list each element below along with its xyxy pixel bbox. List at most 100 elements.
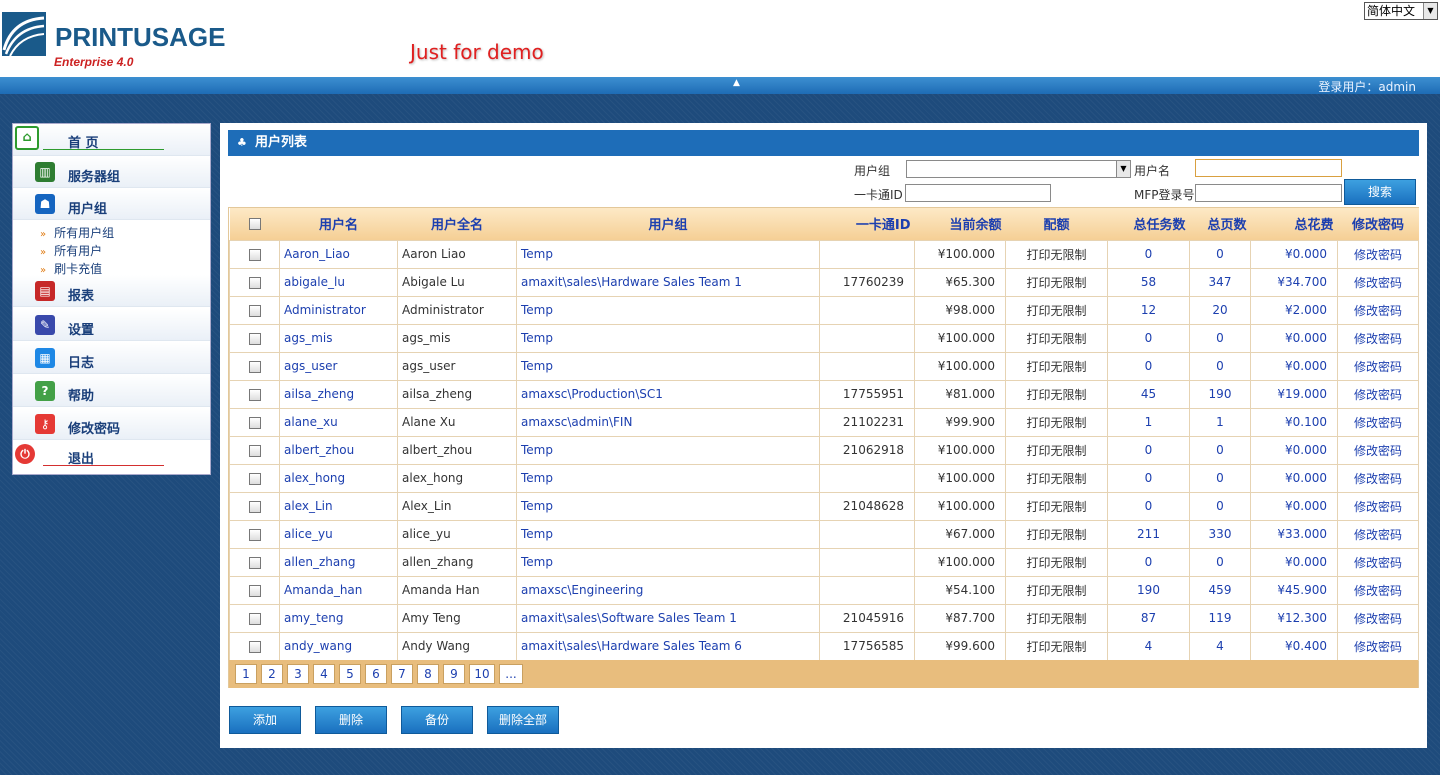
username-cell[interactable]: Administrator <box>279 295 398 325</box>
change-password-link[interactable]: 修改密码 <box>1337 491 1419 521</box>
username-cell[interactable]: ags_user <box>279 351 398 381</box>
username-input[interactable] <box>1195 159 1342 177</box>
username-cell[interactable]: amy_teng <box>279 603 398 633</box>
sidebar-item-settings[interactable]: ✎ 设置 <box>13 309 210 341</box>
change-password-link[interactable]: 修改密码 <box>1337 435 1419 465</box>
page-more-link[interactable]: ... <box>499 664 523 684</box>
username-cell[interactable]: ailsa_zheng <box>279 379 398 409</box>
row-checkbox[interactable] <box>248 388 261 401</box>
pages-cell[interactable]: 0 <box>1189 463 1251 493</box>
cost-cell[interactable]: ¥0.100 <box>1250 407 1338 437</box>
jobs-cell[interactable]: 0 <box>1107 239 1190 269</box>
delete-button[interactable]: 删除 <box>315 706 387 734</box>
change-password-link[interactable]: 修改密码 <box>1337 407 1419 437</box>
cost-cell[interactable]: ¥34.700 <box>1250 267 1338 297</box>
card-id-input[interactable] <box>905 184 1051 202</box>
cost-cell[interactable]: ¥0.000 <box>1250 351 1338 381</box>
page-link[interactable]: 8 <box>417 664 439 684</box>
cost-cell[interactable]: ¥0.000 <box>1250 435 1338 465</box>
group-cell[interactable]: amaxsc\admin\FIN <box>516 407 820 437</box>
username-cell[interactable]: alex_hong <box>279 463 398 493</box>
column-header[interactable]: 用户全名 <box>398 208 517 240</box>
group-cell[interactable]: amaxsc\Engineering <box>516 575 820 605</box>
row-checkbox[interactable] <box>248 444 261 457</box>
search-button[interactable]: 搜索 <box>1344 179 1416 205</box>
sidebar-item-help[interactable]: ? 帮助 <box>13 375 210 407</box>
jobs-cell[interactable]: 12 <box>1107 295 1190 325</box>
jobs-cell[interactable]: 0 <box>1107 463 1190 493</box>
group-cell[interactable]: Temp <box>516 463 820 493</box>
pages-cell[interactable]: 0 <box>1189 491 1251 521</box>
username-cell[interactable]: ags_mis <box>279 323 398 353</box>
row-checkbox[interactable] <box>248 304 261 317</box>
group-cell[interactable]: Temp <box>516 351 820 381</box>
pages-cell[interactable]: 0 <box>1189 239 1251 269</box>
sidebar-item-home[interactable]: ⌂ 首 页 <box>13 124 210 156</box>
pages-cell[interactable]: 459 <box>1189 575 1251 605</box>
pages-cell[interactable]: 330 <box>1189 519 1251 549</box>
username-cell[interactable]: abigale_lu <box>279 267 398 297</box>
change-password-link[interactable]: 修改密码 <box>1337 547 1419 577</box>
sidebar-item-server-group[interactable]: ▥ 服务器组 <box>13 156 210 188</box>
username-cell[interactable]: allen_zhang <box>279 547 398 577</box>
backup-button[interactable]: 备份 <box>401 706 473 734</box>
username-cell[interactable]: alex_Lin <box>279 491 398 521</box>
jobs-cell[interactable]: 0 <box>1107 351 1190 381</box>
jobs-cell[interactable]: 0 <box>1107 323 1190 353</box>
row-checkbox[interactable] <box>248 332 261 345</box>
username-cell[interactable]: Aaron_Liao <box>279 239 398 269</box>
group-cell[interactable]: Temp <box>516 491 820 521</box>
mfp-login-input[interactable] <box>1195 184 1342 202</box>
page-link[interactable]: 9 <box>443 664 465 684</box>
page-link[interactable]: 2 <box>261 664 283 684</box>
row-checkbox[interactable] <box>248 612 261 625</box>
collapse-arrow-icon[interactable]: ▲ <box>733 78 740 88</box>
group-cell[interactable]: amaxsc\Production\SC1 <box>516 379 820 409</box>
column-header[interactable]: 一卡通ID <box>820 208 915 240</box>
row-checkbox[interactable] <box>248 276 261 289</box>
row-checkbox[interactable] <box>248 360 261 373</box>
cost-cell[interactable]: ¥0.000 <box>1250 323 1338 353</box>
pages-cell[interactable]: 0 <box>1189 435 1251 465</box>
pages-cell[interactable]: 347 <box>1189 267 1251 297</box>
group-cell[interactable]: Temp <box>516 295 820 325</box>
group-cell[interactable]: Temp <box>516 323 820 353</box>
row-checkbox[interactable] <box>248 640 261 653</box>
pages-cell[interactable]: 0 <box>1189 547 1251 577</box>
page-link[interactable]: 1 <box>235 664 257 684</box>
jobs-cell[interactable]: 1 <box>1107 407 1190 437</box>
username-cell[interactable]: alane_xu <box>279 407 398 437</box>
column-header[interactable]: 用户组 <box>517 208 820 240</box>
jobs-cell[interactable]: 58 <box>1107 267 1190 297</box>
pages-cell[interactable]: 190 <box>1189 379 1251 409</box>
column-header[interactable]: 总花费 <box>1251 208 1338 240</box>
cost-cell[interactable]: ¥33.000 <box>1250 519 1338 549</box>
page-link[interactable]: 6 <box>365 664 387 684</box>
change-password-link[interactable]: 修改密码 <box>1337 631 1419 661</box>
change-password-link[interactable]: 修改密码 <box>1337 351 1419 381</box>
column-header[interactable]: 总页数 <box>1190 208 1251 240</box>
pages-cell[interactable]: 119 <box>1189 603 1251 633</box>
add-button[interactable]: 添加 <box>229 706 301 734</box>
pages-cell[interactable]: 4 <box>1189 631 1251 661</box>
cost-cell[interactable]: ¥0.000 <box>1250 239 1338 269</box>
change-password-link[interactable]: 修改密码 <box>1337 239 1419 269</box>
column-header[interactable]: 当前余额 <box>915 208 1006 240</box>
change-password-link[interactable]: 修改密码 <box>1337 463 1419 493</box>
group-cell[interactable]: Temp <box>516 435 820 465</box>
jobs-cell[interactable]: 87 <box>1107 603 1190 633</box>
sidebar-item-report[interactable]: ▤ 报表 <box>13 275 210 307</box>
sidebar-subitem-all-users[interactable]: » 所有用户 <box>40 242 102 259</box>
pages-cell[interactable]: 20 <box>1189 295 1251 325</box>
sidebar-item-log[interactable]: ▦ 日志 <box>13 342 210 374</box>
page-link[interactable]: 7 <box>391 664 413 684</box>
cost-cell[interactable]: ¥19.000 <box>1250 379 1338 409</box>
page-link[interactable]: 5 <box>339 664 361 684</box>
username-cell[interactable]: andy_wang <box>279 631 398 661</box>
cost-cell[interactable]: ¥2.000 <box>1250 295 1338 325</box>
column-header[interactable]: 总任务数 <box>1108 208 1190 240</box>
row-checkbox[interactable] <box>248 556 261 569</box>
change-password-link[interactable]: 修改密码 <box>1337 295 1419 325</box>
page-link[interactable]: 4 <box>313 664 335 684</box>
group-cell[interactable]: amaxit\sales\Hardware Sales Team 6 <box>516 631 820 661</box>
